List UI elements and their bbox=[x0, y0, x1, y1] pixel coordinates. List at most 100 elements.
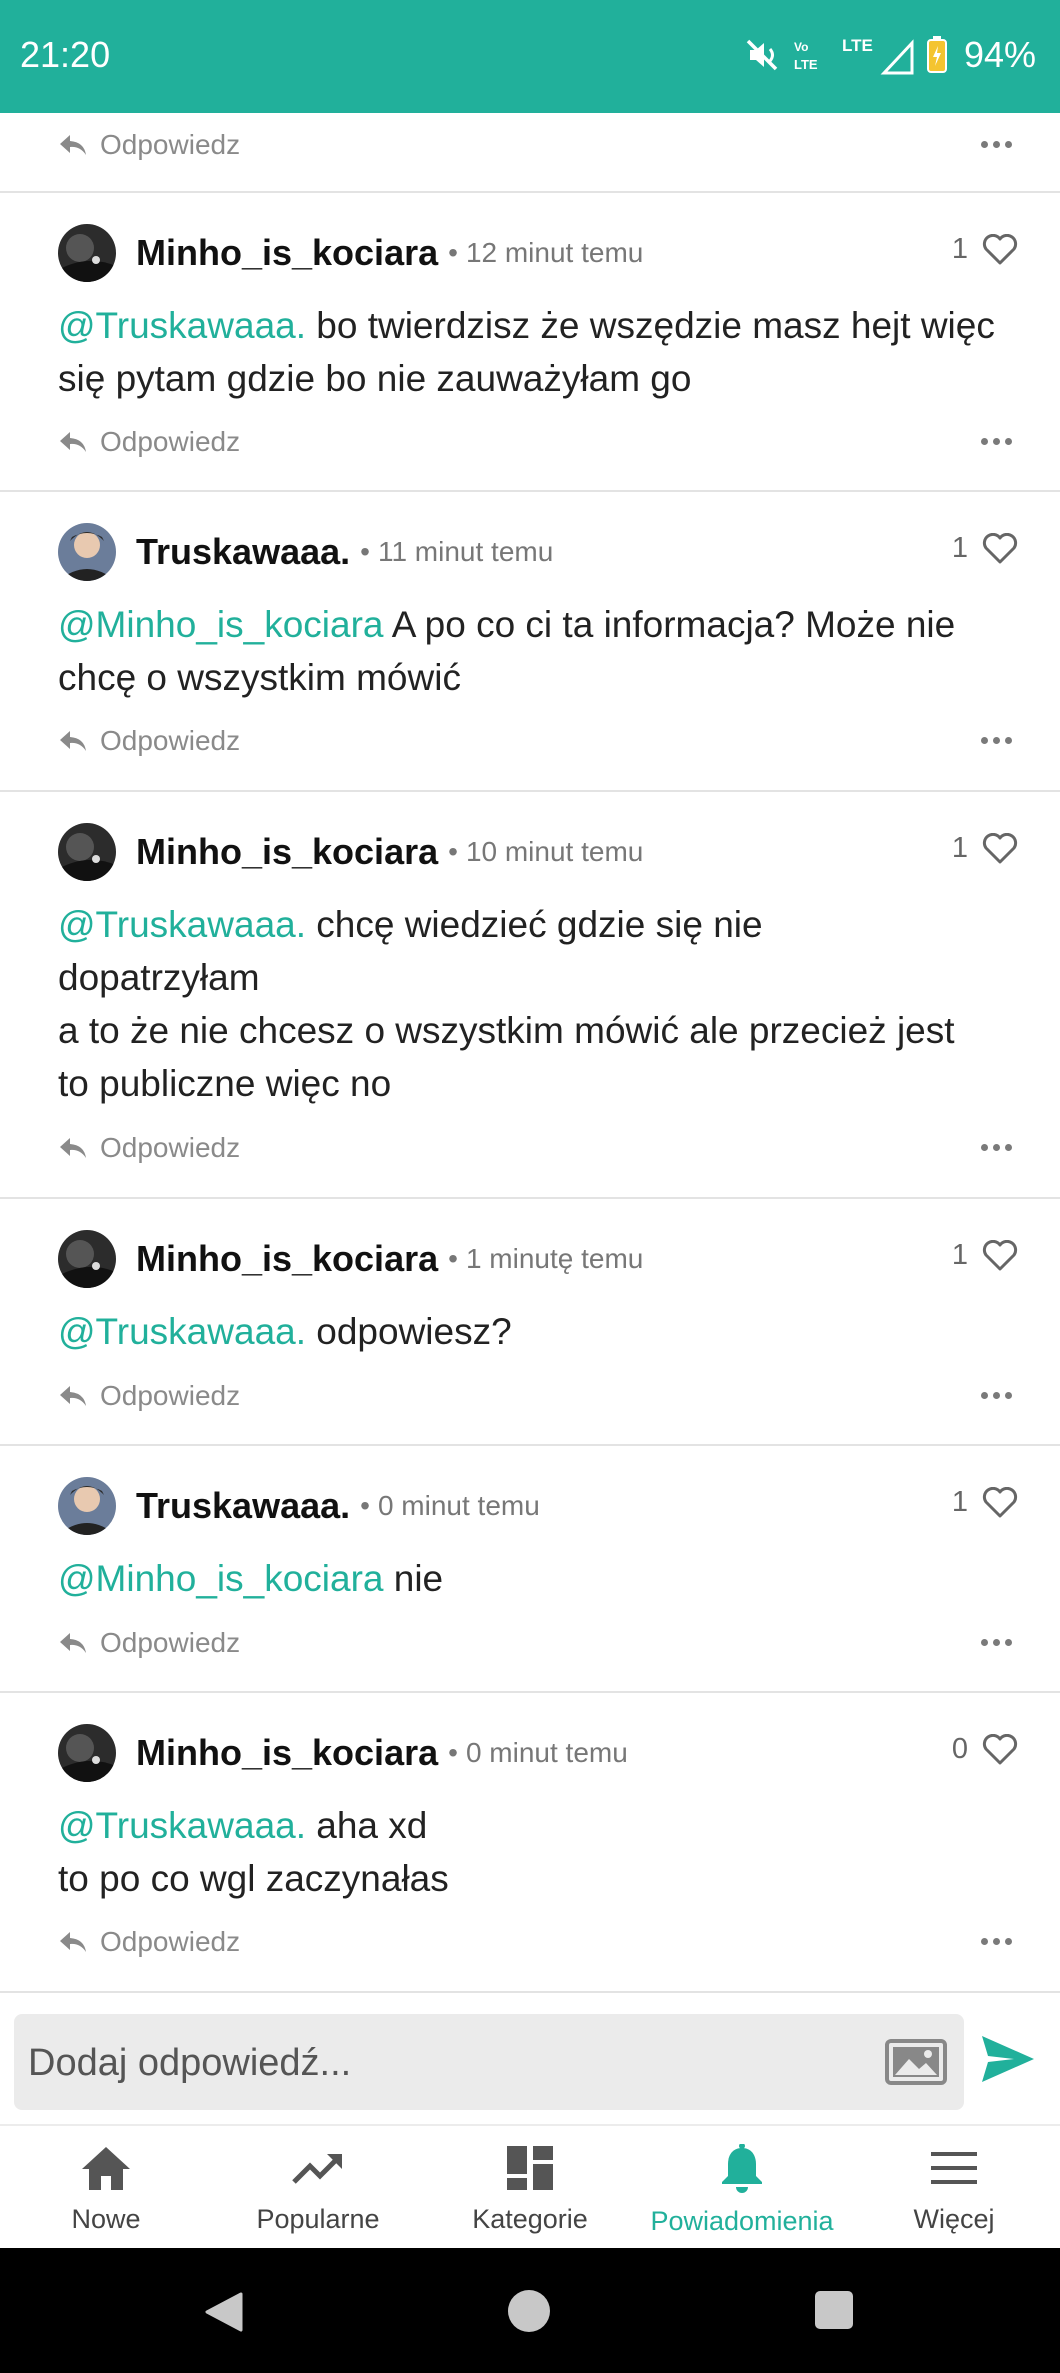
more-options-icon[interactable] bbox=[981, 1639, 1012, 1646]
like-count: 1 bbox=[951, 532, 968, 564]
username[interactable]: Minho_is_kociara bbox=[136, 1732, 438, 1774]
previous-comment-footer: Odpowiedz bbox=[0, 113, 1060, 193]
more-options-icon[interactable] bbox=[981, 438, 1012, 445]
more-options-icon[interactable] bbox=[981, 1144, 1012, 1151]
heart-icon bbox=[982, 1486, 1018, 1517]
like-count: 1 bbox=[951, 233, 968, 265]
reply-label: Odpowiedz bbox=[100, 725, 241, 756]
bell-icon bbox=[722, 2144, 762, 2193]
nav-item-nowe[interactable]: Nowe bbox=[0, 2126, 212, 2248]
avatar[interactable] bbox=[58, 523, 116, 581]
username[interactable]: Minho_is_kociara bbox=[136, 1238, 438, 1280]
timestamp: 12 minut temu bbox=[465, 237, 644, 268]
reply-button[interactable]: Odpowiedz bbox=[58, 426, 240, 458]
heart-icon bbox=[982, 532, 1018, 563]
like-count: 1 bbox=[951, 1486, 968, 1518]
trending-icon bbox=[292, 2154, 342, 2184]
status-icons: Vo LTE LTE 94% bbox=[744, 30, 1036, 80]
comment: Truskawaaa. • 0 minut temu 1 @Minho_is_k… bbox=[0, 1446, 1060, 1693]
reply-icon bbox=[60, 135, 86, 155]
recent-apps-icon[interactable] bbox=[815, 2291, 853, 2329]
mention-link[interactable]: @Truskawaaa. bbox=[58, 1805, 306, 1846]
back-icon[interactable] bbox=[203, 2291, 245, 2333]
nav-label: Więcej bbox=[913, 2204, 995, 2234]
send-icon[interactable] bbox=[980, 2034, 1036, 2084]
image-icon[interactable] bbox=[884, 2038, 948, 2086]
avatar[interactable] bbox=[58, 1724, 116, 1782]
timestamp: 1 minutę temu bbox=[465, 1243, 644, 1274]
status-bar: 21:20 Vo LTE LTE 94% bbox=[0, 0, 1060, 113]
reply-button[interactable]: Odpowiedz bbox=[58, 1380, 240, 1412]
reply-icon bbox=[60, 1386, 86, 1406]
mention-link[interactable]: @Truskawaaa. bbox=[58, 904, 306, 945]
svg-text:LTE: LTE bbox=[794, 57, 818, 72]
mention-link[interactable]: @Truskawaaa. bbox=[58, 305, 306, 346]
comment-header: Minho_is_kociara • 10 minut temu bbox=[58, 822, 643, 882]
nav-item-powiadomienia[interactable]: Powiadomienia bbox=[636, 2126, 848, 2248]
system-nav-bar bbox=[0, 2248, 1060, 2373]
timestamp: 0 minut temu bbox=[465, 1737, 628, 1768]
reply-icon bbox=[60, 1138, 86, 1158]
more-options-icon[interactable] bbox=[981, 737, 1012, 744]
comment-text: @Truskawaaa. odpowiesz? bbox=[58, 1311, 512, 1352]
comment: Minho_is_kociara • 1 minutę temu 1 @Trus… bbox=[0, 1199, 1060, 1446]
svg-text:Vo: Vo bbox=[794, 40, 808, 54]
like-button[interactable]: 0 bbox=[952, 1733, 1018, 1766]
reply-button[interactable]: Odpowiedz bbox=[58, 1926, 240, 1958]
timestamp: 10 minut temu bbox=[465, 836, 644, 867]
reply-input-placeholder: Dodaj odpowiedź... bbox=[28, 2042, 352, 2084]
reply-button[interactable]: Odpowiedz bbox=[58, 725, 240, 757]
home-button-icon[interactable] bbox=[508, 2290, 550, 2332]
nav-item-kategorie[interactable]: Kategorie bbox=[424, 2126, 636, 2248]
timestamp: 11 minut temu bbox=[377, 536, 554, 567]
mention-link[interactable]: @Minho_is_kociara bbox=[58, 604, 383, 645]
reply-button[interactable]: Odpowiedz bbox=[58, 1132, 240, 1164]
avatar[interactable] bbox=[58, 224, 116, 282]
mention-link[interactable]: @Truskawaaa. bbox=[58, 1311, 306, 1352]
avatar[interactable] bbox=[58, 823, 116, 881]
nav-item-wiecej[interactable]: Więcej bbox=[848, 2126, 1060, 2248]
separator-dot: • bbox=[360, 1490, 370, 1521]
username[interactable]: Minho_is_kociara bbox=[136, 232, 438, 274]
comment-header: Truskawaaa. • 0 minut temu bbox=[58, 1476, 540, 1536]
username[interactable]: Minho_is_kociara bbox=[136, 831, 438, 873]
heart-icon bbox=[982, 832, 1018, 863]
reply-button[interactable]: Odpowiedz bbox=[58, 1627, 240, 1659]
like-count: 1 bbox=[951, 832, 968, 864]
nav-item-popularne[interactable]: Popularne bbox=[212, 2126, 424, 2248]
heart-icon bbox=[982, 233, 1018, 264]
like-button[interactable]: 1 bbox=[952, 233, 1018, 266]
comment: Minho_is_kociara • 0 minut temu 0 @Trusk… bbox=[0, 1693, 1060, 1993]
mention-link[interactable]: @Minho_is_kociara bbox=[58, 1558, 383, 1599]
bottom-nav: Nowe Popularne Kategorie Powiadomienia W… bbox=[0, 2124, 1060, 2248]
separator-dot: • bbox=[448, 1243, 458, 1274]
comment-text: @Truskawaaa. aha xd to po co wgl zaczyna… bbox=[58, 1805, 449, 1899]
more-options-icon[interactable] bbox=[981, 141, 1012, 148]
like-button[interactable]: 1 bbox=[952, 532, 1018, 565]
separator-dot: • bbox=[448, 836, 458, 867]
like-button[interactable]: 1 bbox=[952, 1239, 1018, 1272]
reply-label: Odpowiedz bbox=[100, 1926, 241, 1957]
reply-icon bbox=[60, 731, 86, 751]
avatar[interactable] bbox=[58, 1230, 116, 1288]
reply-input[interactable]: Dodaj odpowiedź... bbox=[14, 2014, 964, 2110]
more-options-icon[interactable] bbox=[981, 1392, 1012, 1399]
timestamp: 0 minut temu bbox=[377, 1490, 540, 1521]
reply-label: Odpowiedz bbox=[100, 426, 241, 457]
like-count: 1 bbox=[951, 1239, 968, 1271]
battery-icon bbox=[926, 36, 947, 73]
like-button[interactable]: 1 bbox=[952, 832, 1018, 865]
reply-label: Odpowiedz bbox=[100, 1627, 241, 1658]
reply-button[interactable]: Odpowiedz bbox=[58, 129, 240, 161]
avatar[interactable] bbox=[58, 1477, 116, 1535]
reply-icon bbox=[60, 432, 86, 452]
more-options-icon[interactable] bbox=[981, 1938, 1012, 1945]
username[interactable]: Truskawaaa. bbox=[136, 531, 350, 573]
comment-header: Minho_is_kociara • 12 minut temu bbox=[58, 223, 643, 283]
comment: Minho_is_kociara • 12 minut temu 1 @Trus… bbox=[0, 193, 1060, 492]
like-button[interactable]: 1 bbox=[952, 1486, 1018, 1519]
separator-dot: • bbox=[448, 237, 458, 268]
comment-text: @Minho_is_kociara A po co ci ta informac… bbox=[58, 604, 956, 698]
username[interactable]: Truskawaaa. bbox=[136, 1485, 350, 1527]
like-count: 0 bbox=[951, 1733, 968, 1765]
